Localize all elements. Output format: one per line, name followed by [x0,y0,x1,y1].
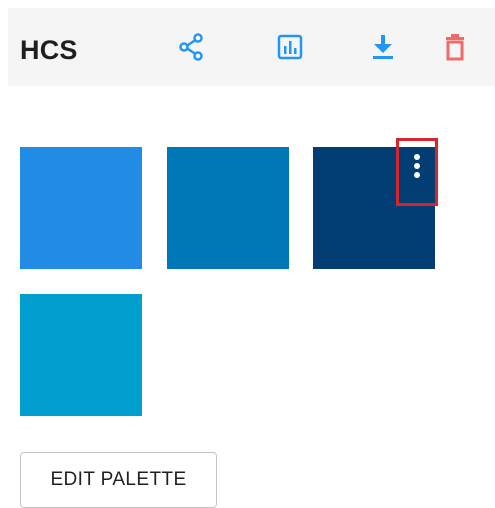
share-button[interactable] [174,30,208,64]
color-swatch-1[interactable] [20,147,142,269]
delete-button[interactable] [438,30,472,64]
trash-icon [446,34,464,61]
chart-button[interactable] [273,30,307,64]
share-icon [179,33,203,61]
toolbar: HCS [8,8,495,86]
color-swatch-4[interactable] [20,294,142,416]
more-vertical-icon-dot [414,163,420,169]
bar-chart-icon [277,34,303,60]
color-swatch-2[interactable] [167,147,289,269]
more-vertical-icon-dot [414,154,420,160]
download-icon [373,35,393,59]
swatch-menu-button[interactable] [396,138,438,206]
download-button[interactable] [366,30,400,64]
more-vertical-icon-dot [414,172,420,178]
edit-palette-button[interactable]: EDIT PALETTE [20,452,217,508]
palette-title: HCS [20,35,78,65]
